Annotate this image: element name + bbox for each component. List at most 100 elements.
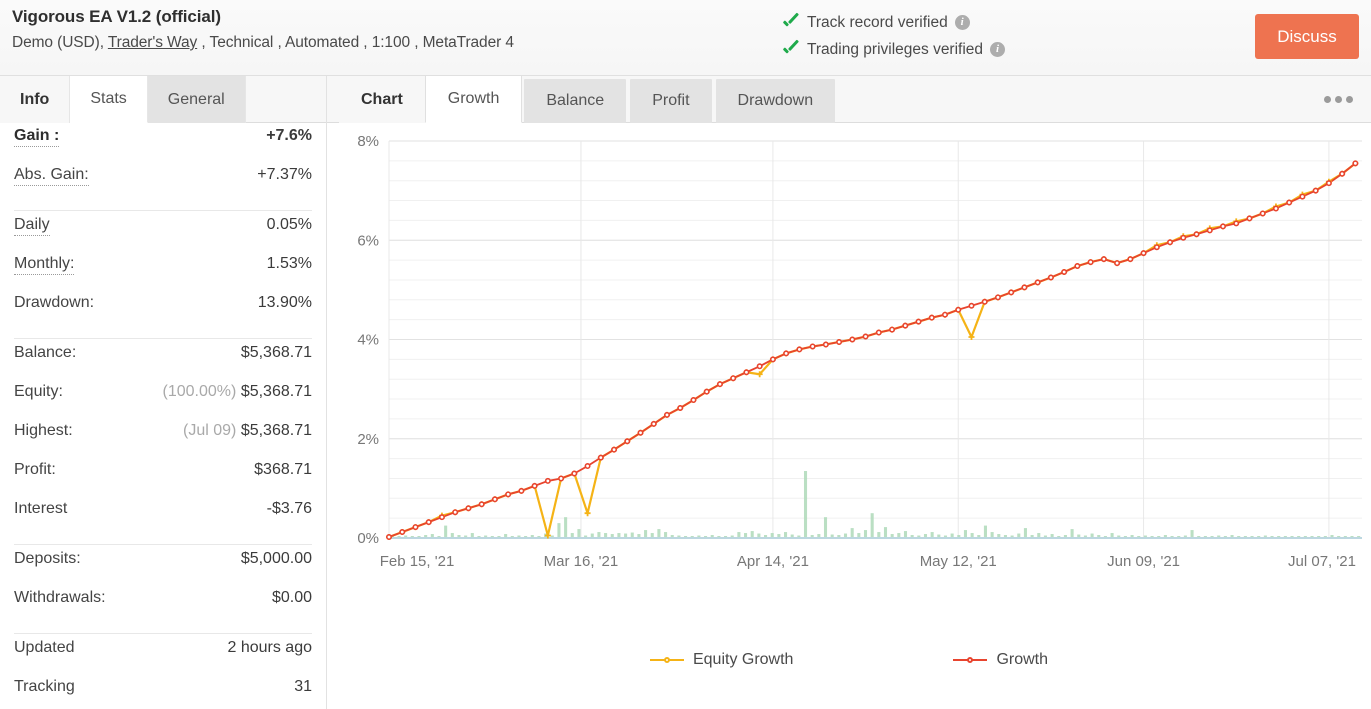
stat-label: Deposits: — [14, 550, 81, 567]
stat-label: Highest: — [14, 422, 73, 439]
info-icon[interactable]: i — [990, 42, 1006, 57]
stat-value: (Jul 09) $5,368.71 — [183, 422, 312, 440]
svg-text:Mar 16, '21: Mar 16, '21 — [544, 553, 619, 570]
stat-row-balance: Balance: $5,368.71 — [14, 344, 312, 383]
stat-value: 1.53% — [266, 255, 312, 272]
check-icon — [782, 15, 801, 30]
stats-group-meta: Updated 2 hours ago Tracking 31 — [14, 639, 312, 709]
stat-row-drawdown: Drawdown: 13.90% — [14, 294, 312, 333]
stat-row-tracking: Tracking 31 — [14, 678, 312, 709]
svg-text:Jun 09, '21: Jun 09, '21 — [1107, 553, 1180, 570]
stat-row-withdrawals: Withdrawals: $0.00 — [14, 589, 312, 628]
stat-value: 2 hours ago — [227, 639, 312, 656]
stat-row-equity: Equity: (100.00%) $5,368.71 — [14, 383, 312, 422]
stat-value: +7.6% — [266, 127, 312, 144]
svg-text:6%: 6% — [357, 232, 379, 249]
stat-label: Withdrawals: — [14, 589, 106, 606]
sidebar-tab-stats[interactable]: Stats — [70, 76, 148, 123]
stat-row-profit: Profit: $368.71 — [14, 461, 312, 500]
stats-group-account: Balance: $5,368.71 Equity: (100.00%) $5,… — [14, 344, 312, 539]
chart-panel: Chart Growth Balance Profit Drawdown 0% 2… — [327, 76, 1371, 709]
chart-tab-profit[interactable]: Profit — [630, 79, 712, 123]
stat-label: Interest — [14, 500, 68, 517]
legend-label: Equity Growth — [692, 651, 794, 668]
sidebar-tabbar: Info Stats General — [0, 76, 326, 123]
stat-value: +7.37% — [257, 166, 312, 183]
system-identity: Vigorous EA V1.2 (official) Demo (USD), … — [12, 7, 514, 52]
divider — [14, 544, 312, 545]
verification-label: Trading privileges verified — [807, 40, 984, 58]
stat-label[interactable]: Monthly: — [14, 255, 75, 275]
divider — [14, 210, 312, 211]
stat-value: $5,000.00 — [240, 550, 312, 567]
stat-label: Balance: — [14, 344, 77, 361]
system-subtitle: Demo (USD), Trader's Way , Technical , A… — [12, 34, 514, 52]
svg-text:Jul 07, '21: Jul 07, '21 — [1288, 553, 1356, 570]
legend-item-growth[interactable]: Growth — [953, 651, 1048, 669]
stat-row-interest: Interest -$3.76 — [14, 500, 312, 539]
stat-label: Tracking — [14, 678, 75, 695]
svg-text:Apr 14, '21: Apr 14, '21 — [737, 553, 809, 570]
content-area: Info Stats General Gain : +7.6% Abs. Gai… — [0, 76, 1371, 709]
svg-text:8%: 8% — [357, 133, 379, 150]
stats-sidebar: Info Stats General Gain : +7.6% Abs. Gai… — [0, 76, 327, 709]
ellipsis-icon[interactable] — [1324, 76, 1353, 123]
svg-text:0%: 0% — [357, 530, 379, 547]
info-icon[interactable]: i — [954, 15, 970, 30]
page-title: Vigorous EA V1.2 (official) — [12, 7, 221, 26]
stat-label: Profit: — [14, 461, 56, 478]
stat-row-updated: Updated 2 hours ago — [14, 639, 312, 678]
stat-label: Equity: — [14, 383, 63, 400]
stat-value: $368.71 — [254, 461, 312, 478]
stat-row-highest: Highest: (Jul 09) $5,368.71 — [14, 422, 312, 461]
verification-row-trading-privileges: Trading privileges verified i — [782, 36, 1006, 63]
stat-label[interactable]: Daily — [14, 216, 50, 236]
legend-item-equity-growth[interactable]: Equity Growth — [649, 651, 794, 669]
stat-value-amount: $5,368.71 — [240, 383, 312, 400]
stat-label: Updated — [14, 639, 75, 656]
stats-group-funding: Deposits: $5,000.00 Withdrawals: $0.00 — [14, 550, 312, 628]
stat-row-abs-gain: Abs. Gain: +7.37% — [14, 166, 312, 205]
growth-chart: 0% 2% 4% 6% 8% Feb 15, '21 Mar 16, '21 Apr 14, … — [327, 123, 1371, 709]
verification-row-track-record: Track record verified i — [782, 9, 1005, 36]
chart-tab-drawdown[interactable]: Drawdown — [715, 79, 836, 123]
sidebar-tab-info[interactable]: Info — [0, 76, 71, 123]
legend-label: Growth — [996, 651, 1049, 668]
stat-value: (100.00%) $5,368.71 — [163, 383, 312, 401]
svg-text:Feb 15, '21: Feb 15, '21 — [380, 553, 455, 570]
chart-tab-chart[interactable]: Chart — [339, 76, 425, 123]
chart-canvas[interactable]: 0% 2% 4% 6% 8% Feb 15, '21 Mar 16, '21 Apr 14, … — [327, 123, 1371, 653]
sidebar-tabbar-filler — [245, 76, 326, 122]
stat-value: $5,368.71 — [240, 344, 312, 361]
svg-text:May 12, '21: May 12, '21 — [920, 553, 997, 570]
chart-tabbar: Chart Growth Balance Profit Drawdown — [327, 76, 1371, 123]
chart-tab-growth[interactable]: Growth — [424, 76, 523, 123]
system-attributes: , Technical , Automated , 1:100 , MetaTr… — [201, 34, 514, 51]
stat-value-prefix: (100.00%) — [162, 383, 237, 400]
stat-label[interactable]: Abs. Gain: — [14, 166, 89, 186]
broker-link[interactable]: Trader's Way — [108, 34, 197, 51]
legend-marker-equity-growth — [649, 654, 684, 666]
stat-value: 13.90% — [257, 294, 312, 311]
chart-tab-balance[interactable]: Balance — [524, 79, 627, 123]
chart-legend: Equity Growth Growth — [327, 651, 1371, 669]
stat-row-monthly: Monthly: 1.53% — [14, 255, 312, 294]
stat-value: 0.05% — [266, 216, 312, 233]
stats-group-performance: Daily 0.05% Monthly: 1.53% Drawdown: 13.… — [14, 216, 312, 333]
sidebar-tab-general[interactable]: General — [147, 76, 246, 123]
stat-label[interactable]: Gain : — [14, 127, 60, 147]
stat-row-gain: Gain : +7.6% — [14, 127, 312, 166]
stat-value-amount: $5,368.71 — [240, 422, 312, 439]
svg-text:4%: 4% — [357, 332, 379, 349]
page-header: Vigorous EA V1.2 (official) Demo (USD), … — [0, 0, 1371, 76]
stats-group-gain: Gain : +7.6% Abs. Gain: +7.37% — [14, 123, 312, 205]
divider — [14, 633, 312, 634]
stats-list: Gain : +7.6% Abs. Gain: +7.37% Daily 0.0… — [0, 123, 326, 709]
discuss-button[interactable]: Discuss — [1255, 14, 1359, 59]
account-type-label: Demo (USD), — [12, 34, 104, 51]
stat-value: 31 — [294, 678, 312, 695]
stat-row-daily: Daily 0.05% — [14, 216, 312, 255]
stat-row-deposits: Deposits: $5,000.00 — [14, 550, 312, 589]
verification-badges: Track record verified i Trading privileg… — [782, 9, 1006, 63]
stat-value: -$3.76 — [266, 500, 312, 517]
